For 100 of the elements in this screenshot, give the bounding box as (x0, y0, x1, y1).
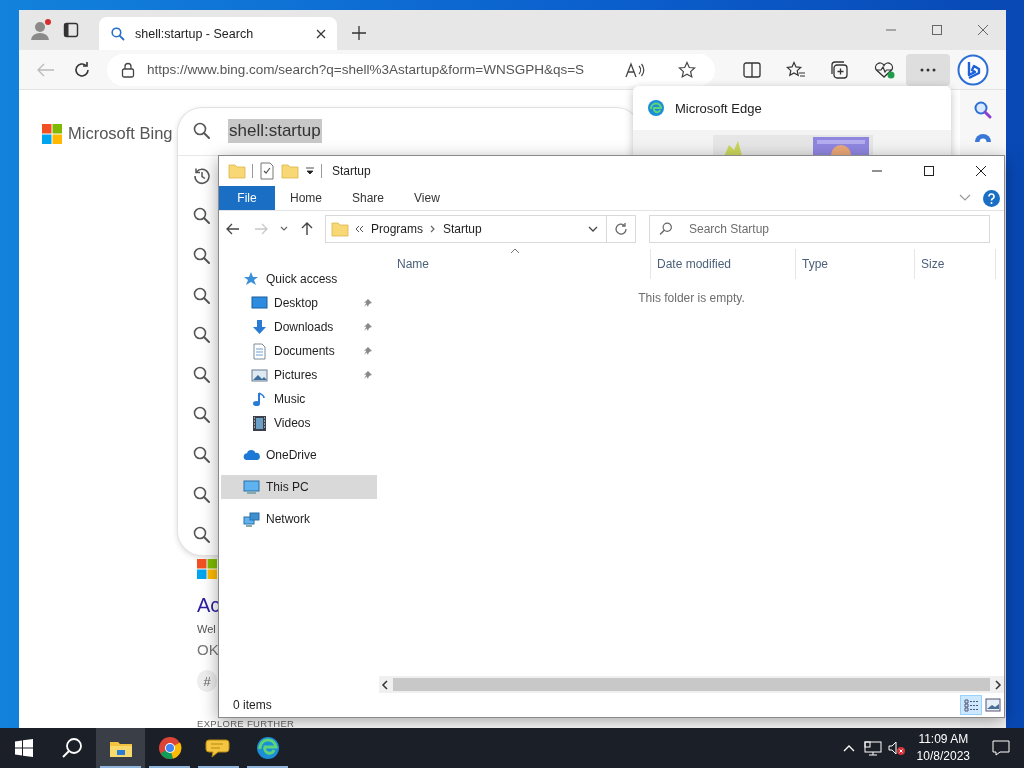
nav-item[interactable]: Music (221, 387, 377, 411)
split-screen-icon (743, 61, 761, 78)
section-heading: EXPLORE FURTHER (197, 719, 295, 728)
column-header[interactable]: Date modified (651, 249, 796, 279)
file-explorer-button[interactable] (96, 728, 145, 768)
properties-icon[interactable] (259, 162, 275, 180)
search-icon (193, 326, 211, 345)
chevron-down-icon (588, 226, 598, 232)
help-icon (983, 189, 1000, 207)
column-header[interactable]: Size (915, 249, 996, 279)
address-bar[interactable]: https://www.bing.com/search?q=shell%3Astartup&form=WNSGPH&qs=S (107, 53, 715, 86)
windows-logo-icon (15, 739, 33, 757)
computer-icon (243, 478, 260, 496)
sort-caret-icon (509, 248, 520, 254)
hashtag-chip[interactable]: # (197, 670, 217, 692)
nav-item[interactable]: This PC (221, 475, 377, 499)
back-arrow-icon (37, 62, 55, 77)
scroll-right-icon[interactable] (992, 678, 1004, 691)
nav-item[interactable]: Documents (221, 339, 377, 363)
history-icon (193, 166, 211, 185)
search-icon (61, 737, 83, 759)
speaker-icon (887, 740, 906, 756)
details-list-icon (963, 698, 979, 712)
nav-item[interactable]: Pictures (221, 363, 377, 387)
search-field[interactable]: Search Startup (649, 215, 990, 243)
search-icon (193, 446, 211, 465)
speech-bubble-icon (992, 740, 1010, 756)
breadcrumb[interactable]: Startup (442, 222, 483, 236)
search-icon (193, 122, 211, 141)
chevron-down-icon (280, 226, 288, 232)
column-header[interactable]: Name (379, 249, 651, 279)
search-icon (193, 526, 211, 544)
nav-item[interactable]: Desktop (221, 291, 377, 315)
result-title[interactable]: Ac (197, 593, 221, 617)
address-bar[interactable]: Programs Startup (325, 215, 607, 243)
breadcrumb[interactable]: Programs (370, 222, 424, 236)
double-chevron-icon[interactable] (355, 225, 364, 233)
avatar-icon (29, 18, 53, 42)
maximize-icon (931, 24, 943, 36)
folder-icon (228, 162, 246, 180)
document-icon (251, 342, 268, 360)
pin-icon (363, 298, 373, 308)
nav-item[interactable]: Videos (221, 411, 377, 435)
scroll-left-icon[interactable] (379, 678, 391, 691)
search-icon (111, 26, 125, 41)
network-icon (863, 740, 882, 756)
browser-tab[interactable]: shell:startup - Search (99, 17, 337, 50)
large-icons-view-button[interactable] (982, 695, 1004, 715)
network-icon (243, 510, 260, 528)
refresh-icon (614, 222, 628, 236)
film-icon (251, 414, 268, 432)
column-header[interactable]: Type (796, 249, 915, 279)
nav-item[interactable]: Quick access (221, 267, 377, 291)
desktop-icon (251, 294, 268, 312)
search-icon (659, 222, 673, 236)
empty-folder-message: This folder is empty. (638, 291, 745, 305)
bing-logo-icon (957, 53, 989, 86)
ribbon-tab[interactable]: Share (337, 186, 400, 210)
close-icon (975, 165, 987, 177)
search-icon (193, 366, 211, 385)
ribbon-tab[interactable]: Home (275, 186, 337, 210)
clock-button[interactable]: 11:09 AM 10/8/2023 (908, 728, 978, 768)
image-thumbnail-icon (985, 698, 1001, 712)
star-list-icon (786, 60, 806, 79)
more-icon (920, 67, 936, 72)
search-icon (193, 406, 211, 425)
site-logo-text: Microsoft Bing (68, 124, 173, 142)
music-note-icon (251, 390, 268, 408)
lock-icon (121, 61, 135, 78)
dropdown-icon[interactable] (305, 166, 315, 176)
horizontal-scrollbar[interactable] (379, 676, 1004, 693)
search-icon (193, 206, 211, 225)
back-arrow-icon (226, 223, 240, 235)
close-icon (316, 28, 326, 39)
heart-pulse-icon (873, 60, 895, 79)
sidebar-app-button[interactable] (973, 132, 993, 142)
ribbon-tab[interactable]: View (399, 186, 455, 210)
result-snippet: OK (197, 641, 219, 658)
details-view-button[interactable] (960, 695, 982, 715)
folder-icon (331, 220, 349, 238)
plus-icon (351, 25, 367, 41)
nav-item[interactable]: Network (221, 507, 377, 531)
tab-actions-icon (63, 22, 79, 38)
file-menu-button[interactable]: File (219, 186, 275, 210)
refresh-icon (73, 60, 91, 79)
read-aloud-icon (625, 61, 645, 78)
chevron-down-icon (959, 194, 971, 202)
result-source: Wel (197, 623, 216, 635)
search-query[interactable]: shell:startup (228, 119, 322, 144)
menu-title: Microsoft Edge (675, 100, 762, 116)
chevron-up-icon (842, 744, 855, 752)
maximize-icon (923, 165, 935, 177)
nav-item[interactable]: OneDrive (221, 443, 377, 467)
edge-logo-icon (647, 99, 665, 117)
pin-icon (363, 370, 373, 380)
windows-logo-icon (42, 124, 62, 144)
nav-item[interactable]: Downloads (221, 315, 377, 339)
windows-logo-icon (197, 559, 217, 579)
search-icon (193, 246, 211, 265)
refresh-button[interactable] (607, 215, 636, 243)
